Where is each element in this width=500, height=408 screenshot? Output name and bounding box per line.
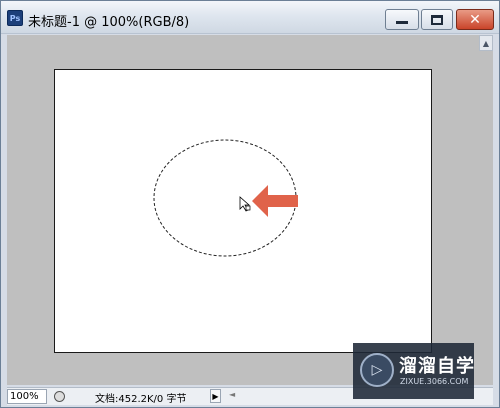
info-icon[interactable] (54, 391, 65, 402)
watermark-subtitle: ZIXUE.3066.COM (400, 377, 469, 386)
cursor-icon (239, 196, 251, 212)
document-window: Ps 未标题-1 @ 100%(RGB/8) ✕ ▲ 100% 文档:452.2… (0, 0, 500, 408)
scroll-left-icon[interactable]: ◄ (229, 390, 235, 399)
play-icon: ▷ (360, 353, 394, 387)
pointer-arrow-icon (252, 185, 298, 217)
zoom-level-field[interactable]: 100% (7, 389, 47, 404)
watermark-title: 溜溜自学 (399, 356, 475, 377)
document-size-info: 文档:452.2K/0 字节 (95, 394, 187, 405)
status-menu-arrow-button[interactable]: ▶ (210, 389, 221, 403)
watermark-logo: ▷ 溜溜自学 ZIXUE.3066.COM (353, 343, 474, 399)
